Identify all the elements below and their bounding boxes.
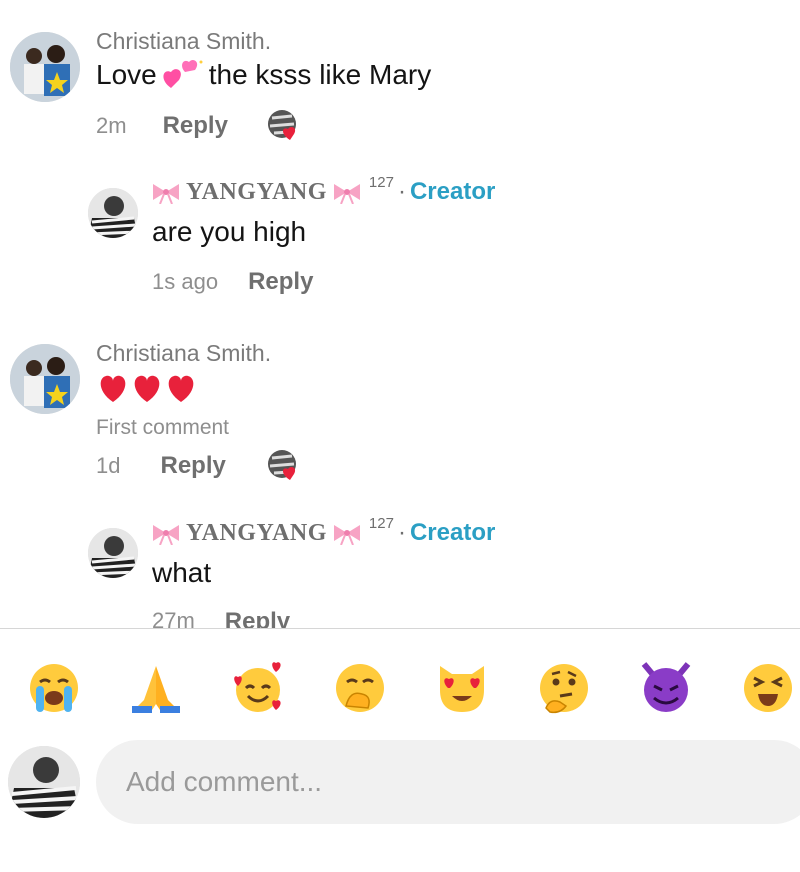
comment-meta: 1d Reply — [96, 452, 226, 480]
comment-text-end: the ksss like Mary — [208, 59, 432, 90]
reply-meta: 1s ago Reply — [152, 268, 313, 296]
smiling-with-hearts-emoji-icon[interactable] — [230, 660, 286, 716]
creator-badge: Creator — [409, 178, 496, 205]
comment-input[interactable] — [124, 765, 728, 799]
reply-meta: 27m Reply — [152, 608, 290, 628]
reply-text: are you high — [152, 216, 307, 247]
comment-time: 1d — [96, 453, 121, 478]
reply-time: 1s ago — [152, 269, 219, 294]
separator: · — [397, 178, 406, 205]
thinking-emoji-icon[interactable] — [536, 660, 592, 716]
separator: · — [397, 519, 406, 546]
creator-avatar[interactable] — [88, 528, 138, 578]
creator-handle: YANGYANG — [186, 519, 327, 546]
reply-author[interactable]: YANGYANG 127 · Creator — [150, 174, 496, 206]
reply-author[interactable]: YANGYANG 127 · Creator — [150, 515, 496, 547]
comment-text-start: Love — [96, 59, 157, 90]
reply-text: what — [152, 557, 212, 588]
reply-button[interactable]: Reply — [160, 452, 225, 480]
smiling-devil-emoji-icon[interactable] — [638, 660, 694, 716]
reply-time: 27m — [152, 608, 195, 628]
creator-avatar[interactable] — [88, 188, 138, 238]
comment-text: Love the ksss like Mary — [96, 58, 431, 92]
commenter-avatar[interactable] — [10, 32, 80, 102]
bow-icon — [153, 525, 179, 545]
creator-liked-icon — [266, 108, 300, 142]
creator-badge: Creator — [409, 519, 496, 546]
creator-count: 127 — [368, 515, 394, 532]
reply-button[interactable]: Reply — [225, 608, 290, 628]
commenter-avatar[interactable] — [10, 344, 80, 414]
comment-author[interactable]: Christiana Smith. — [96, 28, 271, 55]
comment-time: 2m — [96, 113, 127, 138]
folded-hands-emoji-icon[interactable] — [128, 660, 184, 716]
composer-divider — [0, 628, 800, 629]
heart-eyes-cat-emoji-icon[interactable] — [434, 660, 490, 716]
tired-emoji-icon[interactable] — [740, 660, 796, 716]
reply-button[interactable]: Reply — [163, 112, 228, 140]
creator-liked-icon — [266, 448, 300, 482]
creator-handle: YANGYANG — [186, 178, 327, 205]
comment-input-container[interactable] — [96, 740, 800, 824]
sparkling-hearts-emoji-icon — [163, 59, 203, 88]
bow-icon — [333, 184, 360, 204]
first-comment-label: First comment — [96, 416, 230, 439]
comment-meta: 2m Reply — [96, 112, 228, 140]
comment-author[interactable]: Christiana Smith. — [96, 340, 271, 367]
red-hearts-emoji-icon — [100, 375, 194, 402]
reply-button[interactable]: Reply — [248, 268, 313, 296]
quick-emoji-bar — [0, 660, 800, 720]
crying-emoji-icon[interactable] — [26, 660, 82, 716]
bow-icon — [333, 525, 360, 545]
bow-icon — [153, 184, 179, 204]
hand-over-mouth-emoji-icon[interactable] — [332, 660, 388, 716]
creator-count: 127 — [368, 174, 394, 191]
comment-text — [96, 370, 198, 404]
my-avatar[interactable] — [8, 746, 80, 818]
